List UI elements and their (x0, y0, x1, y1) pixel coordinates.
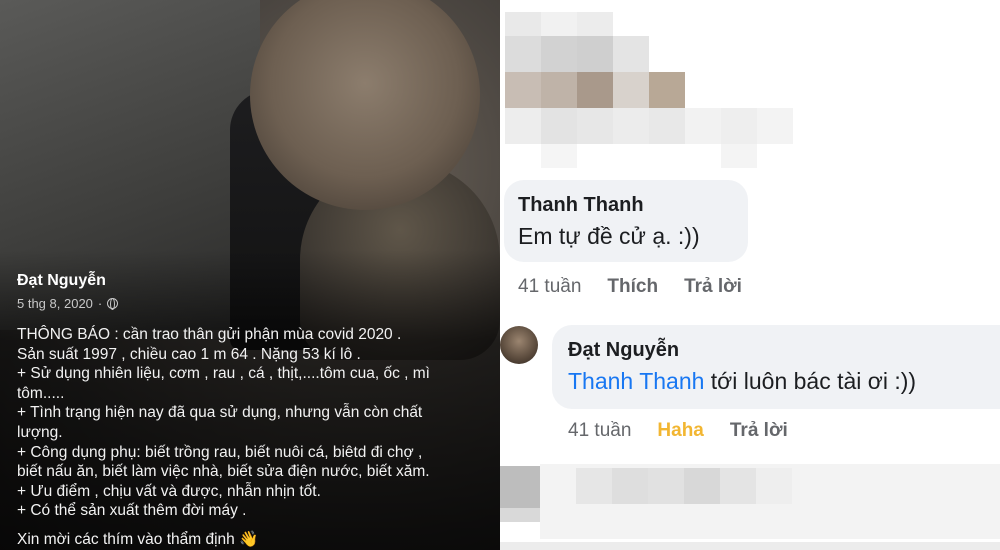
post-line: biết nấu ăn, biết làm việc nhà, biết sửa… (17, 463, 430, 481)
comment-timestamp[interactable]: 41 tuần (568, 420, 631, 442)
comment-text: Em tự đề cử ạ. :)) (518, 223, 700, 249)
mention-link[interactable]: Thanh Thanh (568, 368, 704, 394)
reply-button[interactable]: Trả lời (684, 276, 742, 298)
post-line: + Sử dụng nhiên liệu, cơm , rau , cá , t… (17, 365, 430, 383)
comment-bubble: Thanh Thanh Em tự đề cử ạ. :)) (504, 180, 748, 262)
post-closing-line: Xin mời các thím vào thẩm định 👋 (17, 530, 259, 548)
post-date[interactable]: 5 thg 8, 2020 (17, 296, 93, 311)
haha-reaction-button[interactable]: Haha (657, 420, 703, 442)
post-line: tôm..... (17, 384, 65, 402)
post-line: + Tình trạng hiện nay đã qua sử dụng, nh… (17, 404, 423, 422)
post-author-name[interactable]: Đạt Nguyễn (17, 272, 487, 290)
post-meta: 5 thg 8, 2020 · (17, 296, 487, 311)
meta-separator: · (97, 296, 103, 311)
comment-author-name[interactable]: Đạt Nguyễn (568, 339, 1000, 362)
comment-timestamp[interactable]: 41 tuần (518, 276, 581, 298)
post-body-text: THÔNG BÁO : cần trao thân gửi phận mùa c… (17, 325, 487, 521)
post-line: Sản suất 1997 , chiều cao 1 m 64 . Nặng … (17, 345, 361, 363)
like-button[interactable]: Thích (607, 276, 658, 298)
reply-button[interactable]: Trả lời (730, 420, 788, 442)
post-line: THÔNG BÁO : cần trao thân gửi phận mùa c… (17, 326, 402, 343)
globe-icon (107, 298, 119, 310)
post-line: + Có thể sản xuất thêm đời máy . (17, 502, 247, 520)
redacted-content-top (500, 0, 800, 175)
comment-text: Thanh Thanh tới luôn bác tài ơi :)) (568, 368, 1000, 395)
comment-actions: 41 tuần Thích Trả lời (518, 276, 768, 298)
redacted-content-bottom (500, 456, 1000, 550)
post-line: + Ưu điểm , chịu vất và được, nhẫn nhịn … (17, 482, 321, 500)
comment-text-rest: tới luôn bác tài ơi :)) (704, 368, 917, 394)
post-line: + Công dụng phụ: biết trồng rau, biết nu… (17, 443, 423, 461)
comment-actions: 41 tuần Haha Trả lời (568, 420, 814, 442)
comment-author-name[interactable]: Thanh Thanh (518, 194, 748, 217)
comments-panel: Thanh Thanh Em tự đề cử ạ. :)) 41 tuần T… (500, 0, 1000, 550)
comment-bubble: Đạt Nguyễn Thanh Thanh tới luôn bác tài … (552, 325, 1000, 409)
avatar[interactable] (500, 326, 538, 364)
post-caption: Đạt Nguyễn 5 thg 8, 2020 · THÔNG BÁO : c… (17, 272, 487, 549)
post-photo-panel: Đạt Nguyễn 5 thg 8, 2020 · THÔNG BÁO : c… (0, 0, 500, 550)
post-line: lượng. (17, 423, 63, 441)
